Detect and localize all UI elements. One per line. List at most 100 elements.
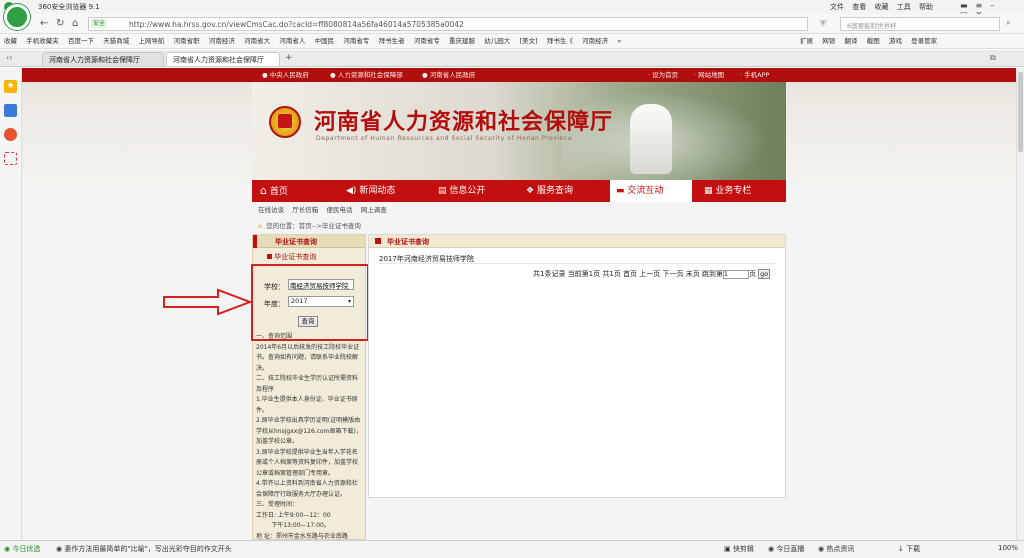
bookmark-item[interactable]: 河南省专 bbox=[414, 34, 440, 48]
weibo-icon[interactable] bbox=[4, 128, 17, 141]
annotation-arrow-icon bbox=[163, 288, 253, 316]
toplink-homepage[interactable]: · 设为首页 bbox=[648, 68, 678, 82]
toolbar-login[interactable]: 登录管家 bbox=[911, 34, 937, 48]
page-input[interactable] bbox=[722, 269, 749, 279]
scroll-thumb[interactable] bbox=[1018, 72, 1023, 152]
site-title: 河南省人力资源和社会保障厅 bbox=[314, 109, 614, 135]
subnav-online-interview[interactable]: 在线访谈 bbox=[258, 206, 284, 214]
bookmark-item[interactable]: 中国民 bbox=[315, 34, 335, 48]
left-subitem[interactable]: 毕业证书查询 bbox=[267, 252, 316, 262]
search-icon[interactable]: ⌕ bbox=[1006, 18, 1011, 28]
tab-label: 河南省人力资源和社会保障厅 bbox=[49, 56, 140, 64]
refresh-icon[interactable]: ↻ bbox=[56, 14, 64, 34]
highlight-box bbox=[251, 264, 369, 341]
toplink-label: 人力资源和社会保障部 bbox=[337, 71, 403, 79]
bookmark-item[interactable]: 拜书生者 bbox=[379, 34, 405, 48]
nav-news[interactable]: ◀) 新闻动态 bbox=[346, 180, 424, 202]
toplink-henan-gov[interactable]: ● 河南省人民政府 bbox=[422, 68, 475, 82]
tab-item-active[interactable]: 河南省人力资源和社会保障厅 bbox=[166, 52, 280, 66]
document-icon: ▤ bbox=[438, 186, 447, 196]
bookmark-item[interactable]: 百度一下 bbox=[68, 34, 94, 48]
menu-tools[interactable]: 工具 bbox=[897, 3, 911, 11]
hot-news[interactable]: ◉ 热点资讯 bbox=[818, 544, 854, 554]
list-icon[interactable] bbox=[4, 104, 17, 117]
download-button[interactable]: ↓ 下载 bbox=[898, 544, 920, 554]
bookmark-item[interactable]: 河南省人 bbox=[279, 34, 305, 48]
new-tab-button[interactable]: + bbox=[285, 53, 293, 63]
status-label: 妻作方法用最简单的"比喻"，写出光彩夺目的作文开头 bbox=[64, 545, 232, 553]
bookmark-more[interactable]: » bbox=[617, 34, 621, 48]
bookmark-item[interactable]: 河南省专 bbox=[343, 34, 369, 48]
search-box[interactable]: 6国要能制世界杯 bbox=[840, 17, 1000, 31]
toolbar-translate[interactable]: 翻译 bbox=[844, 34, 857, 48]
status-label: 快剪辑 bbox=[732, 545, 754, 553]
bookmark-item[interactable]: 天猫商城 bbox=[103, 34, 129, 48]
subnav-director-mailbox[interactable]: 厅长信箱 bbox=[292, 206, 318, 214]
toolbar-screenshot[interactable]: 截图 bbox=[867, 34, 880, 48]
bookmark-item[interactable]: 河南经济 bbox=[209, 34, 235, 48]
today-picks[interactable]: ◉ 今日优选 bbox=[4, 544, 40, 554]
page-suffix: 页 bbox=[748, 270, 756, 278]
menu-favorites[interactable]: 收藏 bbox=[874, 3, 888, 11]
breadcrumb-text: 您的位置：首页-->毕业证书查询 bbox=[266, 222, 361, 230]
bookmark-item[interactable]: 河南省职 bbox=[174, 34, 200, 48]
toplink-sitemap[interactable]: · 网站地图 bbox=[694, 68, 724, 82]
nav-home[interactable]: ⌂ 首页 bbox=[260, 180, 312, 202]
note-line: 2.原毕业学校出具学历证明(证明模版由学校从hnsjgxx@126.com邮箱下… bbox=[256, 417, 362, 445]
menu-view[interactable]: 查看 bbox=[852, 3, 866, 11]
menu-file[interactable]: 文件 bbox=[830, 3, 844, 11]
subnav-hotline[interactable]: 便民电话 bbox=[327, 206, 353, 214]
bookmark-item[interactable]: 手机收藏夹 bbox=[26, 34, 59, 48]
note-line: 三、受理时间： bbox=[256, 501, 299, 508]
bullet-icon bbox=[267, 254, 272, 259]
menu-help[interactable]: 帮助 bbox=[919, 3, 933, 11]
live-today[interactable]: ◉ 今日直播 bbox=[768, 544, 804, 554]
bookmark-item[interactable]: 拜书生《 bbox=[547, 34, 573, 48]
bookmark-item[interactable]: 河南省大 bbox=[244, 34, 270, 48]
toolbar-games[interactable]: 游戏 bbox=[889, 34, 902, 48]
quick-edit[interactable]: ▣ 快剪辑 bbox=[724, 544, 754, 554]
handshake-icon: ❖ bbox=[526, 186, 535, 196]
tab-nav-icon[interactable]: ‹› bbox=[6, 53, 12, 62]
nav-interaction[interactable]: ▬ 交流互动 bbox=[610, 180, 692, 202]
zoom-level[interactable]: 100% bbox=[998, 544, 1018, 552]
bookmark-item[interactable]: [美文] bbox=[520, 34, 538, 48]
result-row[interactable]: 2017年河南经济贸易技师学院 bbox=[379, 254, 775, 264]
safe-badge: 安全 bbox=[91, 19, 108, 29]
shield-icon[interactable]: ⛨ bbox=[820, 19, 826, 29]
bookmark-item[interactable]: 幼儿园大 bbox=[484, 34, 510, 48]
go-button[interactable]: go bbox=[758, 269, 771, 279]
news-ticker[interactable]: ◉ 妻作方法用最简单的"比喻"，写出光彩夺目的作文开头 bbox=[56, 544, 232, 554]
bookmark-item[interactable]: 河南经济 bbox=[582, 34, 608, 48]
subnav-survey[interactable]: 网上调查 bbox=[361, 206, 387, 214]
header-marker bbox=[253, 235, 257, 248]
nav-service-query[interactable]: ❖ 服务查询 bbox=[526, 180, 602, 202]
search-placeholder: 6国要能制世界杯 bbox=[847, 22, 897, 30]
menu-bar[interactable]: 文件 查看 收藏 工具 帮助 bbox=[830, 2, 933, 12]
emblem-center bbox=[278, 114, 292, 128]
bookmark-item[interactable]: 重庆建服 bbox=[449, 34, 475, 48]
url-text[interactable]: http://www.ha.hrss.gov.cn/viewCmsCac.do?… bbox=[129, 19, 464, 30]
bookmark-item[interactable]: 上网导航 bbox=[138, 34, 164, 48]
bookmark-item[interactable]: 收藏 bbox=[4, 34, 17, 48]
toplink-mobile-app[interactable]: · 手机APP bbox=[740, 68, 769, 82]
vertical-scrollbar[interactable] bbox=[1016, 68, 1024, 540]
toplink-central-gov[interactable]: ● 中央人民政府 bbox=[262, 68, 309, 82]
site-banner: 河南省人力资源和社会保障厅 Department of Human Resour… bbox=[252, 82, 786, 182]
home-icon[interactable]: ⌂ bbox=[72, 14, 78, 34]
toplink-label: 设为首页 bbox=[652, 71, 679, 79]
back-icon[interactable]: ← bbox=[40, 14, 48, 34]
toolbar-extensions[interactable]: 扩展 bbox=[800, 34, 813, 48]
star-icon[interactable]: ★ bbox=[4, 80, 17, 93]
nav-info-disclosure[interactable]: ▤ 信息公开 bbox=[438, 180, 514, 202]
toplink-mohrss[interactable]: ● 人力资源和社会保障部 bbox=[330, 68, 403, 82]
clip-icon[interactable] bbox=[4, 152, 17, 165]
toolbar-banking[interactable]: 网银 bbox=[822, 34, 835, 48]
address-bar[interactable]: 安全 http://www.ha.hrss.gov.cn/viewCmsCac.… bbox=[88, 17, 808, 31]
tab-restore-icon[interactable]: ⧉ bbox=[990, 53, 996, 63]
tab-item[interactable]: 河南省人力资源和社会保障厅 bbox=[42, 52, 164, 66]
main-nav: ⌂ 首页 ◀) 新闻动态 ▤ 信息公开 ❖ 服务查询 ▬ 交流互动 ▦ 业务专栏 bbox=[252, 180, 786, 202]
query-notes: 一、查询范围 2014年6月以后核发的技工院校毕业证书。查询如有问题，请联系毕业… bbox=[253, 332, 365, 540]
nav-business-column[interactable]: ▦ 业务专栏 bbox=[704, 180, 784, 202]
browser-home-logo-icon[interactable] bbox=[4, 4, 30, 30]
